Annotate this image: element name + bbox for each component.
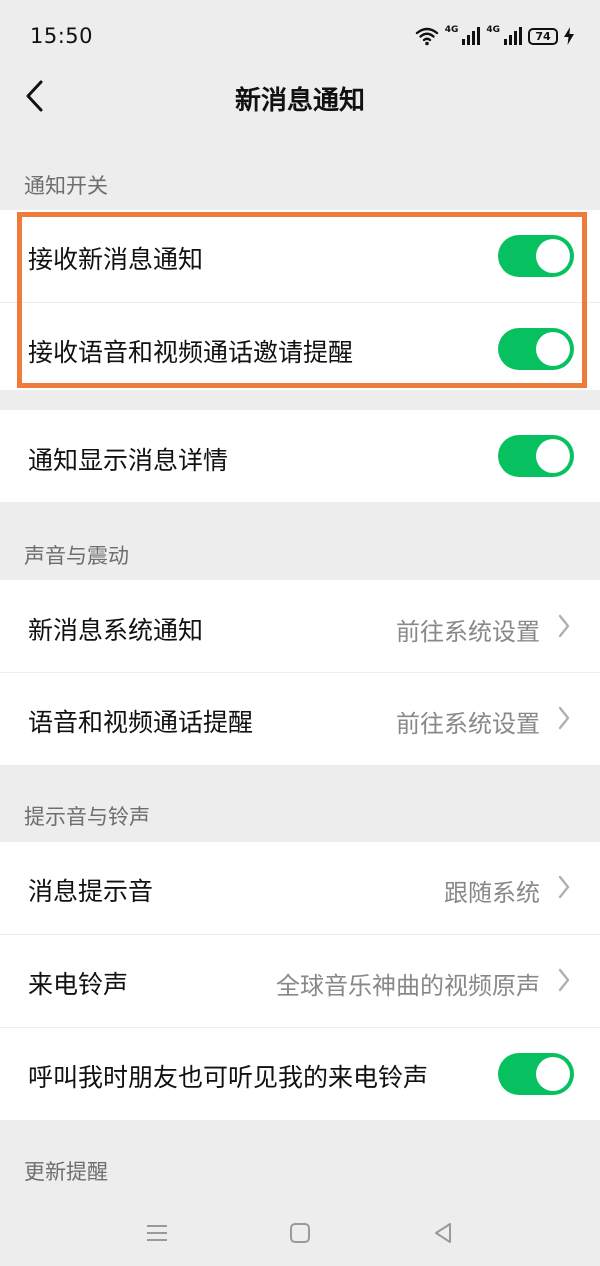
screen: 15:50 4G 4G 74 新消息通知 通知开关 接收新消息通知 接收语音和视… bbox=[0, 0, 600, 1266]
row-caller-hears-ringtone[interactable]: 呼叫我时朋友也可听见我的来电铃声 bbox=[0, 1028, 600, 1120]
charging-icon bbox=[564, 27, 574, 45]
row-system-notification[interactable]: 新消息系统通知 前往系统设置 bbox=[0, 580, 600, 672]
chevron-right-icon bbox=[556, 612, 572, 640]
status-bar: 15:50 4G 4G 74 bbox=[0, 0, 600, 76]
row-message-tone[interactable]: 消息提示音 跟随系统 bbox=[0, 842, 600, 934]
menu-icon[interactable] bbox=[142, 1218, 172, 1248]
chevron-right-icon bbox=[556, 704, 572, 732]
row-receive-new-message[interactable]: 接收新消息通知 bbox=[0, 210, 600, 302]
row-value: 前往系统设置 bbox=[396, 710, 540, 738]
toggle-receive-new-message[interactable] bbox=[498, 235, 574, 277]
navigation-bar bbox=[0, 1200, 600, 1266]
row-label: 新消息系统通知 bbox=[28, 616, 204, 645]
toggle-knob bbox=[536, 332, 570, 366]
status-icons: 4G 4G 74 bbox=[415, 24, 574, 48]
row-receive-call-invite[interactable]: 接收语音和视频通话邀请提醒 bbox=[0, 303, 600, 390]
toggle-show-message-details[interactable] bbox=[498, 435, 574, 477]
toggle-knob bbox=[536, 239, 570, 273]
toggle-knob bbox=[536, 439, 570, 473]
section-header-notify-switch: 通知开关 bbox=[24, 174, 108, 198]
row-label: 接收语音和视频通话邀请提醒 bbox=[28, 338, 354, 367]
row-ringtone[interactable]: 来电铃声 全球音乐神曲的视频原声 bbox=[0, 935, 600, 1027]
row-label: 语音和视频通话提醒 bbox=[28, 708, 254, 737]
wifi-icon bbox=[415, 26, 439, 46]
row-label: 接收新消息通知 bbox=[28, 245, 204, 274]
toggle-knob bbox=[536, 1057, 570, 1091]
network-type-1: 4G bbox=[444, 24, 459, 35]
toggle-receive-call-invite[interactable] bbox=[498, 328, 574, 370]
section-header-sound-vibration: 声音与震动 bbox=[24, 544, 129, 568]
home-square-icon[interactable] bbox=[285, 1218, 315, 1248]
battery-indicator: 74 bbox=[528, 27, 558, 45]
row-label: 通知显示消息详情 bbox=[28, 446, 229, 475]
row-show-message-details[interactable]: 通知显示消息详情 bbox=[0, 410, 600, 502]
section-header-update: 更新提醒 bbox=[24, 1160, 108, 1184]
signal-icon bbox=[504, 27, 522, 45]
row-value: 跟随系统 bbox=[444, 879, 540, 907]
chevron-right-icon bbox=[556, 873, 572, 901]
toggle-caller-hears-ringtone[interactable] bbox=[498, 1053, 574, 1095]
page-title: 新消息通知 bbox=[234, 86, 365, 116]
row-label: 消息提示音 bbox=[28, 877, 154, 906]
signal-icon bbox=[462, 27, 481, 45]
row-label: 来电铃声 bbox=[28, 970, 129, 999]
row-call-reminder[interactable]: 语音和视频通话提醒 前往系统设置 bbox=[0, 673, 600, 765]
row-value: 前往系统设置 bbox=[396, 618, 540, 646]
header: 新消息通知 bbox=[0, 66, 600, 126]
status-time: 15:50 bbox=[30, 24, 94, 48]
back-triangle-icon[interactable] bbox=[428, 1218, 458, 1248]
row-value: 全球音乐神曲的视频原声 bbox=[276, 972, 540, 1000]
network-type-2: 4G bbox=[486, 24, 500, 35]
row-label: 呼叫我时朋友也可听见我的来电铃声 bbox=[28, 1063, 429, 1092]
section-header-tones: 提示音与铃声 bbox=[24, 805, 150, 829]
chevron-right-icon bbox=[556, 966, 572, 994]
